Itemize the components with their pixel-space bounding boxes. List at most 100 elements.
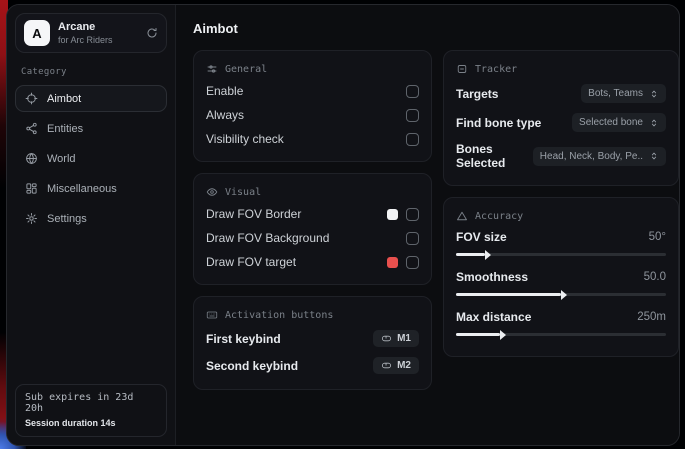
- setting-row-enable: Enable: [206, 79, 419, 103]
- card-activation-header: Activation buttons: [206, 309, 419, 321]
- visibility-check-checkbox[interactable]: [406, 133, 419, 146]
- max-distance-slider[interactable]: [456, 333, 666, 336]
- session-duration-text: Session duration 14s: [25, 418, 157, 428]
- card-activation-buttons: Activation buttons First keybind M1 Seco…: [193, 296, 432, 390]
- always-checkbox[interactable]: [406, 109, 419, 122]
- setting-row-always: Always: [206, 103, 419, 127]
- sidebar-item-label: Miscellaneous: [47, 183, 117, 195]
- setting-label: Smoothness: [456, 270, 528, 284]
- setting-label: Find bone type: [456, 116, 541, 130]
- setting-row-targets: Targets Bots, Teams: [456, 79, 666, 108]
- brand-meta: Arcane for Arc Riders: [58, 21, 138, 45]
- fov-size-value: 50°: [649, 231, 666, 243]
- setting-label: FOV size: [456, 230, 507, 244]
- fov-target-color-swatch[interactable]: [387, 257, 398, 268]
- sidebar-item-label: World: [47, 153, 76, 165]
- setting-label: Max distance: [456, 310, 531, 324]
- mouse-icon: [381, 333, 392, 344]
- gear-icon: [25, 212, 38, 225]
- max-distance-value: 250m: [637, 311, 666, 323]
- keybind-value: M2: [397, 360, 411, 371]
- setting-row-smoothness: Smoothness 50.0: [456, 266, 666, 306]
- sidebar-item-label: Entities: [47, 123, 83, 135]
- smoothness-slider[interactable]: [456, 293, 666, 296]
- left-column: General Enable Always Visibility check: [193, 50, 432, 390]
- slider-fill: [456, 333, 500, 336]
- find-bone-type-dropdown[interactable]: Selected bone: [572, 113, 666, 132]
- sidebar-item-settings[interactable]: Settings: [15, 205, 167, 232]
- sync-icon[interactable]: [146, 27, 158, 39]
- dropdown-value: Head, Neck, Body, Pe..: [540, 151, 643, 162]
- keyboard-icon: [206, 309, 218, 321]
- targets-dropdown[interactable]: Bots, Teams: [581, 84, 666, 103]
- entities-icon: [25, 122, 38, 135]
- card-title: Activation buttons: [225, 310, 333, 321]
- card-tracker: Tracker Targets Bots, Teams Find bone ty…: [443, 50, 679, 186]
- brand-subtitle: for Arc Riders: [58, 35, 138, 45]
- bones-selected-dropdown[interactable]: Head, Neck, Body, Pe..: [533, 147, 666, 166]
- card-title: General: [225, 64, 267, 75]
- sidebar-item-label: Settings: [47, 213, 87, 225]
- card-tracker-header: Tracker: [456, 63, 666, 75]
- setting-label: Draw FOV Background: [206, 231, 329, 245]
- app-window: A Arcane for Arc Riders Category Aimbot …: [6, 4, 680, 446]
- fov-border-checkbox[interactable]: [406, 208, 419, 221]
- dropdown-value: Bots, Teams: [588, 88, 643, 99]
- sliders-icon: [206, 63, 218, 75]
- sidebar-item-world[interactable]: World: [15, 145, 167, 172]
- subscription-box: Sub expires in 23d 20h Session duration …: [15, 384, 167, 437]
- setting-label: Draw FOV target: [206, 255, 296, 269]
- sidebar-item-miscellaneous[interactable]: Miscellaneous: [15, 175, 167, 202]
- second-keybind-button[interactable]: M2: [373, 357, 419, 374]
- mouse-icon: [381, 360, 392, 371]
- brand-name: Arcane: [58, 21, 138, 34]
- dropdown-value: Selected bone: [579, 117, 643, 128]
- setting-row-visibility-check: Visibility check: [206, 127, 419, 151]
- setting-row-bones-selected: Bones Selected Head, Neck, Body, Pe..: [456, 137, 666, 175]
- grid-icon: [25, 182, 38, 195]
- chevrons-up-down-icon: [649, 151, 659, 161]
- eye-icon: [206, 186, 218, 198]
- fov-border-color-swatch[interactable]: [387, 209, 398, 220]
- setting-row-fov-size: FOV size 50°: [456, 226, 666, 266]
- fov-size-slider[interactable]: [456, 253, 666, 256]
- frame-minus-icon: [456, 63, 468, 75]
- setting-label: Visibility check: [206, 132, 284, 146]
- setting-label: Targets: [456, 87, 498, 101]
- setting-label: Second keybind: [206, 359, 298, 373]
- slider-fill: [456, 293, 561, 296]
- fov-background-checkbox[interactable]: [406, 232, 419, 245]
- card-title: Tracker: [475, 64, 517, 75]
- sidebar-item-label: Aimbot: [47, 93, 81, 105]
- card-general-header: General: [206, 63, 419, 75]
- brand-logo: A: [24, 20, 50, 46]
- sub-expiry-text: Sub expires in 23d 20h: [25, 392, 157, 414]
- card-accuracy-header: Accuracy: [456, 210, 666, 222]
- setting-label: Enable: [206, 84, 243, 98]
- triangle-icon: [456, 210, 468, 222]
- keybind-value: M1: [397, 333, 411, 344]
- setting-row-fov-border: Draw FOV Border: [206, 202, 419, 226]
- fov-target-checkbox[interactable]: [406, 256, 419, 269]
- card-title: Visual: [225, 187, 261, 198]
- chevrons-up-down-icon: [649, 118, 659, 128]
- setting-label: Draw FOV Border: [206, 207, 301, 221]
- card-visual: Visual Draw FOV Border Draw FOV Backgrou…: [193, 173, 432, 285]
- smoothness-value: 50.0: [644, 271, 666, 283]
- enable-checkbox[interactable]: [406, 85, 419, 98]
- setting-label: Always: [206, 108, 244, 122]
- card-title: Accuracy: [475, 211, 523, 222]
- chevrons-up-down-icon: [649, 89, 659, 99]
- sidebar: A Arcane for Arc Riders Category Aimbot …: [7, 5, 176, 445]
- sidebar-item-entities[interactable]: Entities: [15, 115, 167, 142]
- card-general: General Enable Always Visibility check: [193, 50, 432, 162]
- globe-icon: [25, 152, 38, 165]
- card-visual-header: Visual: [206, 186, 419, 198]
- slider-fill: [456, 253, 485, 256]
- setting-row-max-distance: Max distance 250m: [456, 306, 666, 346]
- sidebar-item-aimbot[interactable]: Aimbot: [15, 85, 167, 112]
- setting-row-second-keybind: Second keybind M2: [206, 352, 419, 379]
- sidebar-nav: Aimbot Entities World Miscellaneous Sett…: [15, 85, 167, 232]
- first-keybind-button[interactable]: M1: [373, 330, 419, 347]
- main-panel: Aimbot General Enable Always: [176, 5, 680, 445]
